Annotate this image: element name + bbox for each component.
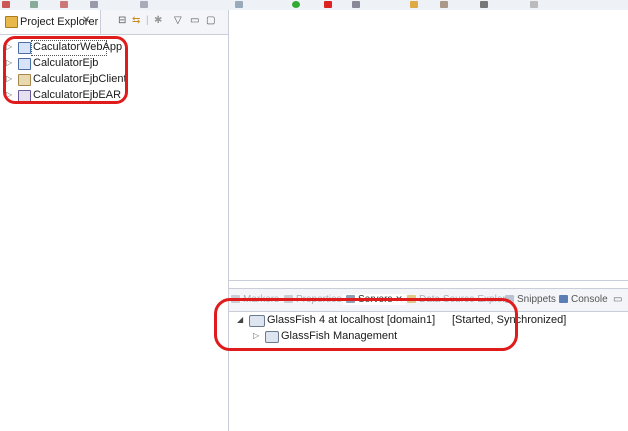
- toolbar-icon[interactable]: [30, 1, 38, 8]
- minimize-icon[interactable]: ▭: [190, 15, 199, 26]
- view-menu-icon[interactable]: ▭: [613, 294, 622, 305]
- view-menu-icon[interactable]: ▽: [174, 15, 182, 26]
- highlight-oval-servers: [214, 298, 518, 351]
- toolbar-icon[interactable]: [60, 1, 68, 8]
- tab-project-explorer[interactable]: Project Explorer ✕: [0, 10, 101, 34]
- toolbar-icon[interactable]: [90, 1, 98, 8]
- toolbar-icon[interactable]: [410, 1, 418, 8]
- highlight-oval-projects: [3, 36, 128, 104]
- toolbar-icon[interactable]: [530, 1, 538, 8]
- project-explorer-icon: [5, 16, 18, 28]
- stop-icon[interactable]: [324, 1, 332, 8]
- maximize-icon[interactable]: ▢: [206, 15, 215, 26]
- link-with-editor-icon[interactable]: ⇆: [132, 15, 140, 26]
- run-icon[interactable]: [292, 1, 300, 8]
- toolbar-icon[interactable]: [235, 1, 243, 8]
- toolbar-icon[interactable]: [352, 1, 360, 8]
- customize-view-icon[interactable]: ✱: [154, 15, 162, 26]
- toolbar-icon[interactable]: [440, 1, 448, 8]
- console-icon: [559, 295, 568, 303]
- collapse-all-icon[interactable]: ⊟: [118, 15, 126, 26]
- toolbar-icon[interactable]: [140, 1, 148, 8]
- toolbar-icon[interactable]: [480, 1, 488, 8]
- close-icon[interactable]: ✕: [82, 15, 90, 26]
- separator: |: [146, 15, 149, 26]
- toolbar-icon[interactable]: [2, 1, 10, 8]
- editor-area[interactable]: [229, 10, 628, 281]
- project-explorer-header: Project Explorer ✕ ⊟ ⇆ | ✱ ▽ ▭ ▢: [0, 10, 228, 35]
- tab-console[interactable]: Console: [559, 294, 608, 305]
